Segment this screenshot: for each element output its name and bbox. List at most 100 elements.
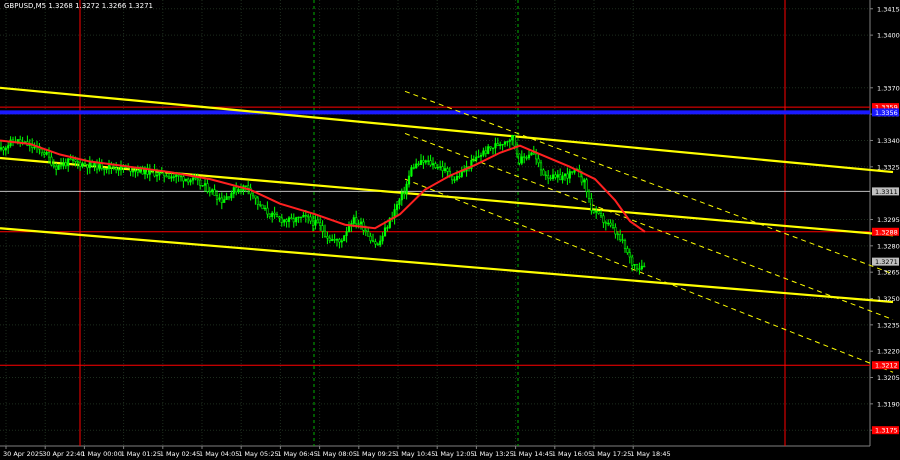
candle-body-48 [115, 167, 118, 170]
candle-body-225 [539, 162, 543, 171]
candle-body-81 [194, 177, 197, 180]
candle-body-92 [220, 197, 223, 203]
candle-body-216 [518, 153, 521, 164]
candle-body-174 [417, 163, 420, 166]
candle-body-127 [304, 215, 307, 217]
candle-body-65 [155, 174, 159, 177]
candle-body-176 [422, 160, 425, 163]
candle-body-222 [532, 152, 535, 155]
candle-body-72 [172, 176, 175, 178]
candle-body-180 [431, 163, 435, 166]
candle-body-112 [268, 213, 271, 217]
candle-body-20 [47, 152, 51, 158]
candle-body-75 [179, 175, 183, 178]
candle-body-223 [535, 153, 538, 160]
candle-body-199 [477, 156, 480, 158]
candle-body-25 [59, 164, 63, 167]
candle-body-100 [239, 189, 243, 192]
candle-body-113 [271, 212, 274, 217]
candle-body-257 [616, 233, 619, 236]
candle-body-1 [2, 147, 5, 151]
candle-body-119 [285, 219, 288, 222]
candle-body-154 [369, 235, 372, 242]
candle-body-3 [7, 145, 10, 149]
candle-body-144 [345, 231, 348, 236]
candle-body-97 [232, 187, 235, 194]
candle-body-2 [4, 147, 7, 151]
x-tick-label-9: 1 May 09:25 [356, 450, 396, 458]
price-chart[interactable]: 1.34151.34001.33701.33551.33401.33251.32… [0, 0, 900, 460]
candle-body-133 [319, 222, 322, 226]
candle-body-184 [441, 166, 444, 172]
candle-body-145 [347, 226, 351, 233]
candle-body-24 [57, 164, 60, 170]
candle-body-268 [643, 265, 646, 268]
y-tick-label-8: 1.3265 [877, 269, 900, 277]
candle-body-189 [453, 179, 456, 181]
x-tick-label-16: 1 May 18:45 [630, 450, 670, 458]
candle-body-165 [395, 204, 399, 210]
candle-body-258 [619, 234, 622, 241]
candle-body-21 [50, 156, 53, 166]
candle-body-134 [321, 225, 324, 232]
candle-body-36 [86, 164, 89, 169]
candle-body-27 [64, 162, 67, 167]
candle-body-117 [280, 217, 283, 223]
candle-body-44 [105, 168, 108, 170]
candle-body-220 [527, 154, 531, 159]
candle-body-249 [597, 210, 600, 214]
x-tick-label-4: 1 May 02:45 [160, 450, 200, 458]
candle-body-183 [439, 166, 442, 168]
candle-body-98 [235, 187, 238, 193]
candle-body-14 [33, 146, 36, 149]
y-tick-label-6: 1.3295 [877, 216, 900, 224]
candle-body-17 [40, 148, 43, 154]
candle-body-126 [302, 215, 305, 218]
candle-body-95 [227, 196, 231, 199]
candle-body-22 [52, 164, 55, 167]
candle-body-86 [206, 183, 209, 192]
candle-body-148 [355, 217, 358, 225]
candle-body-108 [259, 204, 262, 206]
candle-body-69 [165, 175, 168, 178]
candle-body-153 [367, 231, 370, 237]
candle-body-87 [208, 191, 211, 193]
candle-body-160 [383, 227, 387, 237]
candle-body-28 [67, 158, 70, 167]
candle-body-19 [45, 152, 48, 155]
candle-body-251 [602, 215, 605, 223]
chart-title: GBPUSD,M5 1.3268 1.3272 1.3266 1.3271 [4, 2, 153, 10]
candle-body-23 [55, 165, 58, 170]
candle-body-261 [626, 248, 629, 253]
candle-body-45 [107, 164, 111, 170]
candle-body-200 [479, 154, 483, 157]
candle-body-193 [463, 170, 466, 173]
x-tick-label-3: 1 May 01:25 [121, 450, 161, 458]
candle-body-207 [496, 143, 499, 146]
candle-body-262 [628, 252, 631, 258]
candle-body-266 [638, 268, 641, 270]
x-tick-label-14: 1 May 16:05 [552, 450, 592, 458]
candle-body-228 [547, 175, 550, 179]
candle-body-142 [340, 240, 343, 243]
candle-body-138 [331, 239, 334, 242]
candle-body-80 [191, 177, 195, 181]
candle-body-93 [223, 199, 226, 203]
candle-body-71 [170, 176, 173, 179]
candle-body-109 [261, 204, 264, 210]
price-label-3: 1.3288 [875, 228, 898, 236]
candle-body-33 [79, 161, 82, 167]
candle-body-140 [335, 239, 339, 241]
candle-body-159 [381, 235, 384, 242]
y-tick-label-7: 1.3280 [877, 242, 900, 250]
y-tick-label-10: 1.3235 [877, 321, 900, 329]
price-label-1: 1.3356 [875, 109, 898, 117]
x-tick-label-10: 1 May 10:45 [395, 450, 435, 458]
candle-body-250 [599, 213, 603, 217]
candle-body-233 [559, 174, 562, 181]
candle-body-197 [472, 159, 475, 161]
candle-body-166 [398, 199, 401, 205]
candle-body-210 [503, 141, 507, 145]
candle-body-149 [357, 223, 360, 225]
y-tick-label-1: 1.3400 [877, 32, 900, 40]
